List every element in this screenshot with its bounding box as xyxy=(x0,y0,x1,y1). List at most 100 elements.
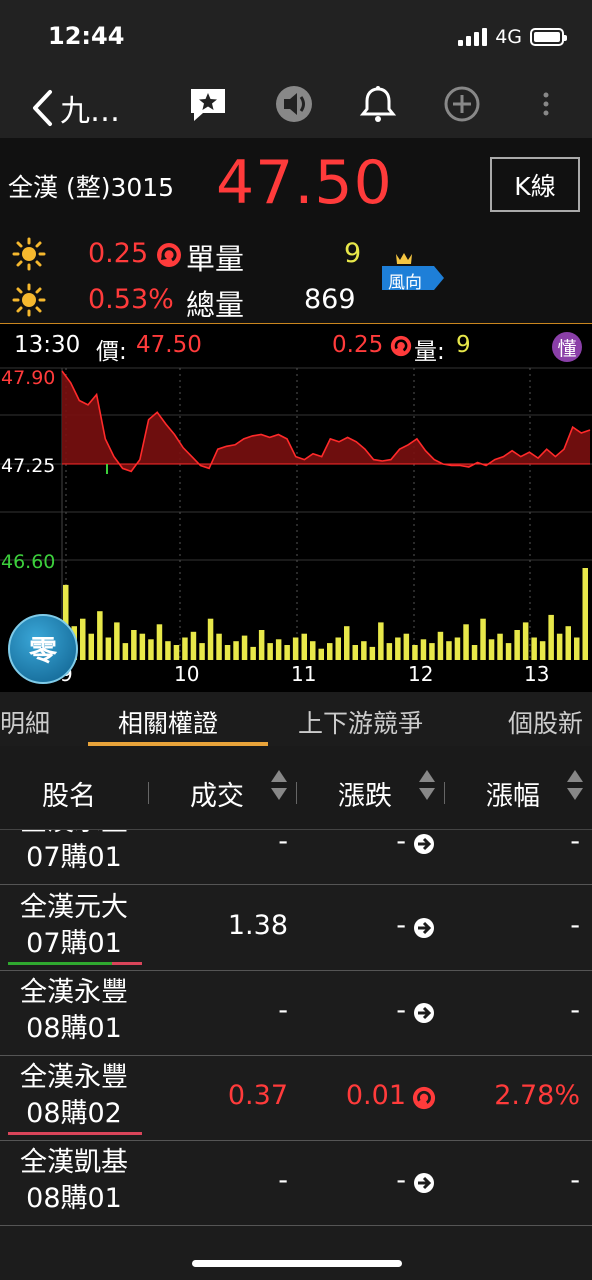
odd-lot-button[interactable]: 零 xyxy=(8,614,78,684)
volume-bar xyxy=(565,626,571,660)
warrant-change-pct: - xyxy=(570,830,580,857)
total-volume-value: 869 xyxy=(304,284,356,315)
volume-bar xyxy=(105,637,112,660)
sort-icon[interactable] xyxy=(418,768,436,802)
table-header: 股名 成交 漲跌 漲幅 xyxy=(0,746,592,830)
battery-icon xyxy=(530,28,567,46)
warrant-change: - xyxy=(396,995,406,1026)
kline-button[interactable]: K線 xyxy=(490,157,580,212)
warrant-change-pct: 2.78% xyxy=(494,1080,580,1111)
volume-bar xyxy=(131,630,137,660)
tab-related-warrants[interactable]: 相關權證 xyxy=(118,704,218,740)
volume-bar xyxy=(335,637,341,660)
volume-bar xyxy=(454,637,461,660)
warrant-list[interactable]: 全漢永豐 07購01 - - - 全漢元大 07購01 1.38 - - 全漢永… xyxy=(0,830,592,1228)
warrant-change: - xyxy=(396,830,406,857)
wind-direction-label: 風向 xyxy=(388,273,422,293)
y-tick-label: 47.90 xyxy=(1,367,55,389)
x-tick-label: 13 xyxy=(524,662,549,686)
chart-time: 13:30 xyxy=(14,332,81,358)
warrant-name: 全漢永豐 08購01 xyxy=(20,977,128,1044)
volume-bar xyxy=(471,645,478,660)
sort-icon[interactable] xyxy=(566,768,584,802)
table-row[interactable]: 全漢永豐 08購01 - - - xyxy=(0,971,592,1056)
chart-info-bar: 13:30 價: 47.50 0.25 量: 9 懂 xyxy=(0,324,592,366)
volume-bar xyxy=(386,643,393,660)
volume-bar xyxy=(531,637,537,660)
up-arrow-icon xyxy=(412,1086,436,1110)
speaker-icon[interactable] xyxy=(274,84,314,124)
col-price[interactable]: 成交 xyxy=(190,774,244,813)
warrant-name: 全漢永豐 08購02 xyxy=(20,1062,128,1129)
volume-bar xyxy=(463,624,469,660)
wind-direction-button[interactable]: 風向 xyxy=(380,250,444,296)
quote-header: 全漢 (整)3015 47.50 K線 0.25 單量 9 0.53% 總量 8… xyxy=(0,138,592,324)
flat-arrow-icon xyxy=(414,918,434,938)
tab-bar: 明細 相關權證 上下游競爭 個股新 xyxy=(0,692,592,746)
volume-bar xyxy=(505,643,512,660)
volume-bar xyxy=(241,635,248,660)
y-tick-label: 47.25 xyxy=(1,455,55,477)
price-volume-chart: 47.9047.2546.60910111213 xyxy=(0,367,592,686)
chevron-left-icon xyxy=(33,90,52,126)
volume-bar xyxy=(114,622,120,660)
status-indicators: 4G xyxy=(458,26,567,48)
more-vertical-icon[interactable] xyxy=(526,84,566,124)
volume-bar xyxy=(88,633,94,660)
volume-bar xyxy=(369,646,376,660)
volume-bar xyxy=(429,643,435,660)
sort-icon[interactable] xyxy=(270,768,288,802)
sun-icon xyxy=(12,283,46,317)
chat-star-icon[interactable] xyxy=(188,84,228,124)
x-tick-label: 11 xyxy=(291,662,316,686)
volume-bar xyxy=(97,611,103,660)
table-row[interactable]: 全漢永豐 07購01 - - - xyxy=(0,830,592,885)
status-bar: 12:44 4G xyxy=(0,0,592,72)
add-circle-icon[interactable] xyxy=(442,84,482,124)
col-change[interactable]: 漲跌 xyxy=(338,774,392,813)
bell-icon[interactable] xyxy=(358,84,398,124)
explain-badge[interactable]: 懂 xyxy=(552,332,582,362)
flat-arrow-icon xyxy=(414,1003,434,1023)
warrant-price: 0.37 xyxy=(227,1080,288,1111)
volume-bar xyxy=(122,643,129,660)
volume-bar xyxy=(480,618,486,660)
volume-bar xyxy=(548,614,554,660)
table-row[interactable]: 全漢凱基 08購01 - - - xyxy=(0,1141,592,1226)
chart-change: 0.25 xyxy=(332,332,384,358)
intraday-chart[interactable]: 13:30 價: 47.50 0.25 量: 9 懂 47.90 47.25 46.… xyxy=(0,324,592,692)
warrant-change: - xyxy=(396,910,406,941)
volume-bar xyxy=(539,641,546,660)
warrant-change-pct: - xyxy=(570,1165,580,1196)
warrant-price: 1.38 xyxy=(227,910,288,941)
change-percent: 0.53% xyxy=(88,284,174,315)
x-tick-label: 12 xyxy=(408,662,433,686)
tab-details[interactable]: 明細 xyxy=(0,704,50,740)
status-time: 12:44 xyxy=(48,22,125,50)
single-volume-value: 9 xyxy=(344,238,362,269)
y-tick-label: 46.60 xyxy=(1,551,55,573)
home-indicator[interactable] xyxy=(192,1260,402,1267)
network-type: 4G xyxy=(495,26,522,48)
chart-volume-label: 量: xyxy=(414,339,445,365)
odd-lot-label: 零 xyxy=(28,634,57,667)
volume-bar xyxy=(582,568,588,660)
col-name[interactable]: 股名 xyxy=(42,774,96,813)
explain-badge-label: 懂 xyxy=(557,337,577,360)
volume-bar xyxy=(395,637,401,660)
table-row[interactable]: 全漢元大 07購01 1.38 - - xyxy=(0,886,592,971)
warrant-change: 0.01 xyxy=(345,1080,406,1111)
volume-bar xyxy=(275,639,282,660)
table-row[interactable]: 全漢永豐 08購02 0.37 0.01 2.78% xyxy=(0,1056,592,1141)
x-tick-label: 10 xyxy=(174,662,199,686)
volume-bar xyxy=(301,633,307,660)
up-arrow-icon xyxy=(390,335,412,357)
back-button[interactable]: 九… xyxy=(30,86,120,130)
tab-supply-chain[interactable]: 上下游競爭 xyxy=(298,704,423,740)
change-value: 0.25 xyxy=(88,238,149,269)
col-change-pct[interactable]: 漲幅 xyxy=(486,774,540,813)
tab-stock-news[interactable]: 個股新 xyxy=(508,704,583,740)
volume-bar xyxy=(139,633,146,660)
volume-bar xyxy=(224,645,231,660)
volume-bar xyxy=(148,639,154,660)
